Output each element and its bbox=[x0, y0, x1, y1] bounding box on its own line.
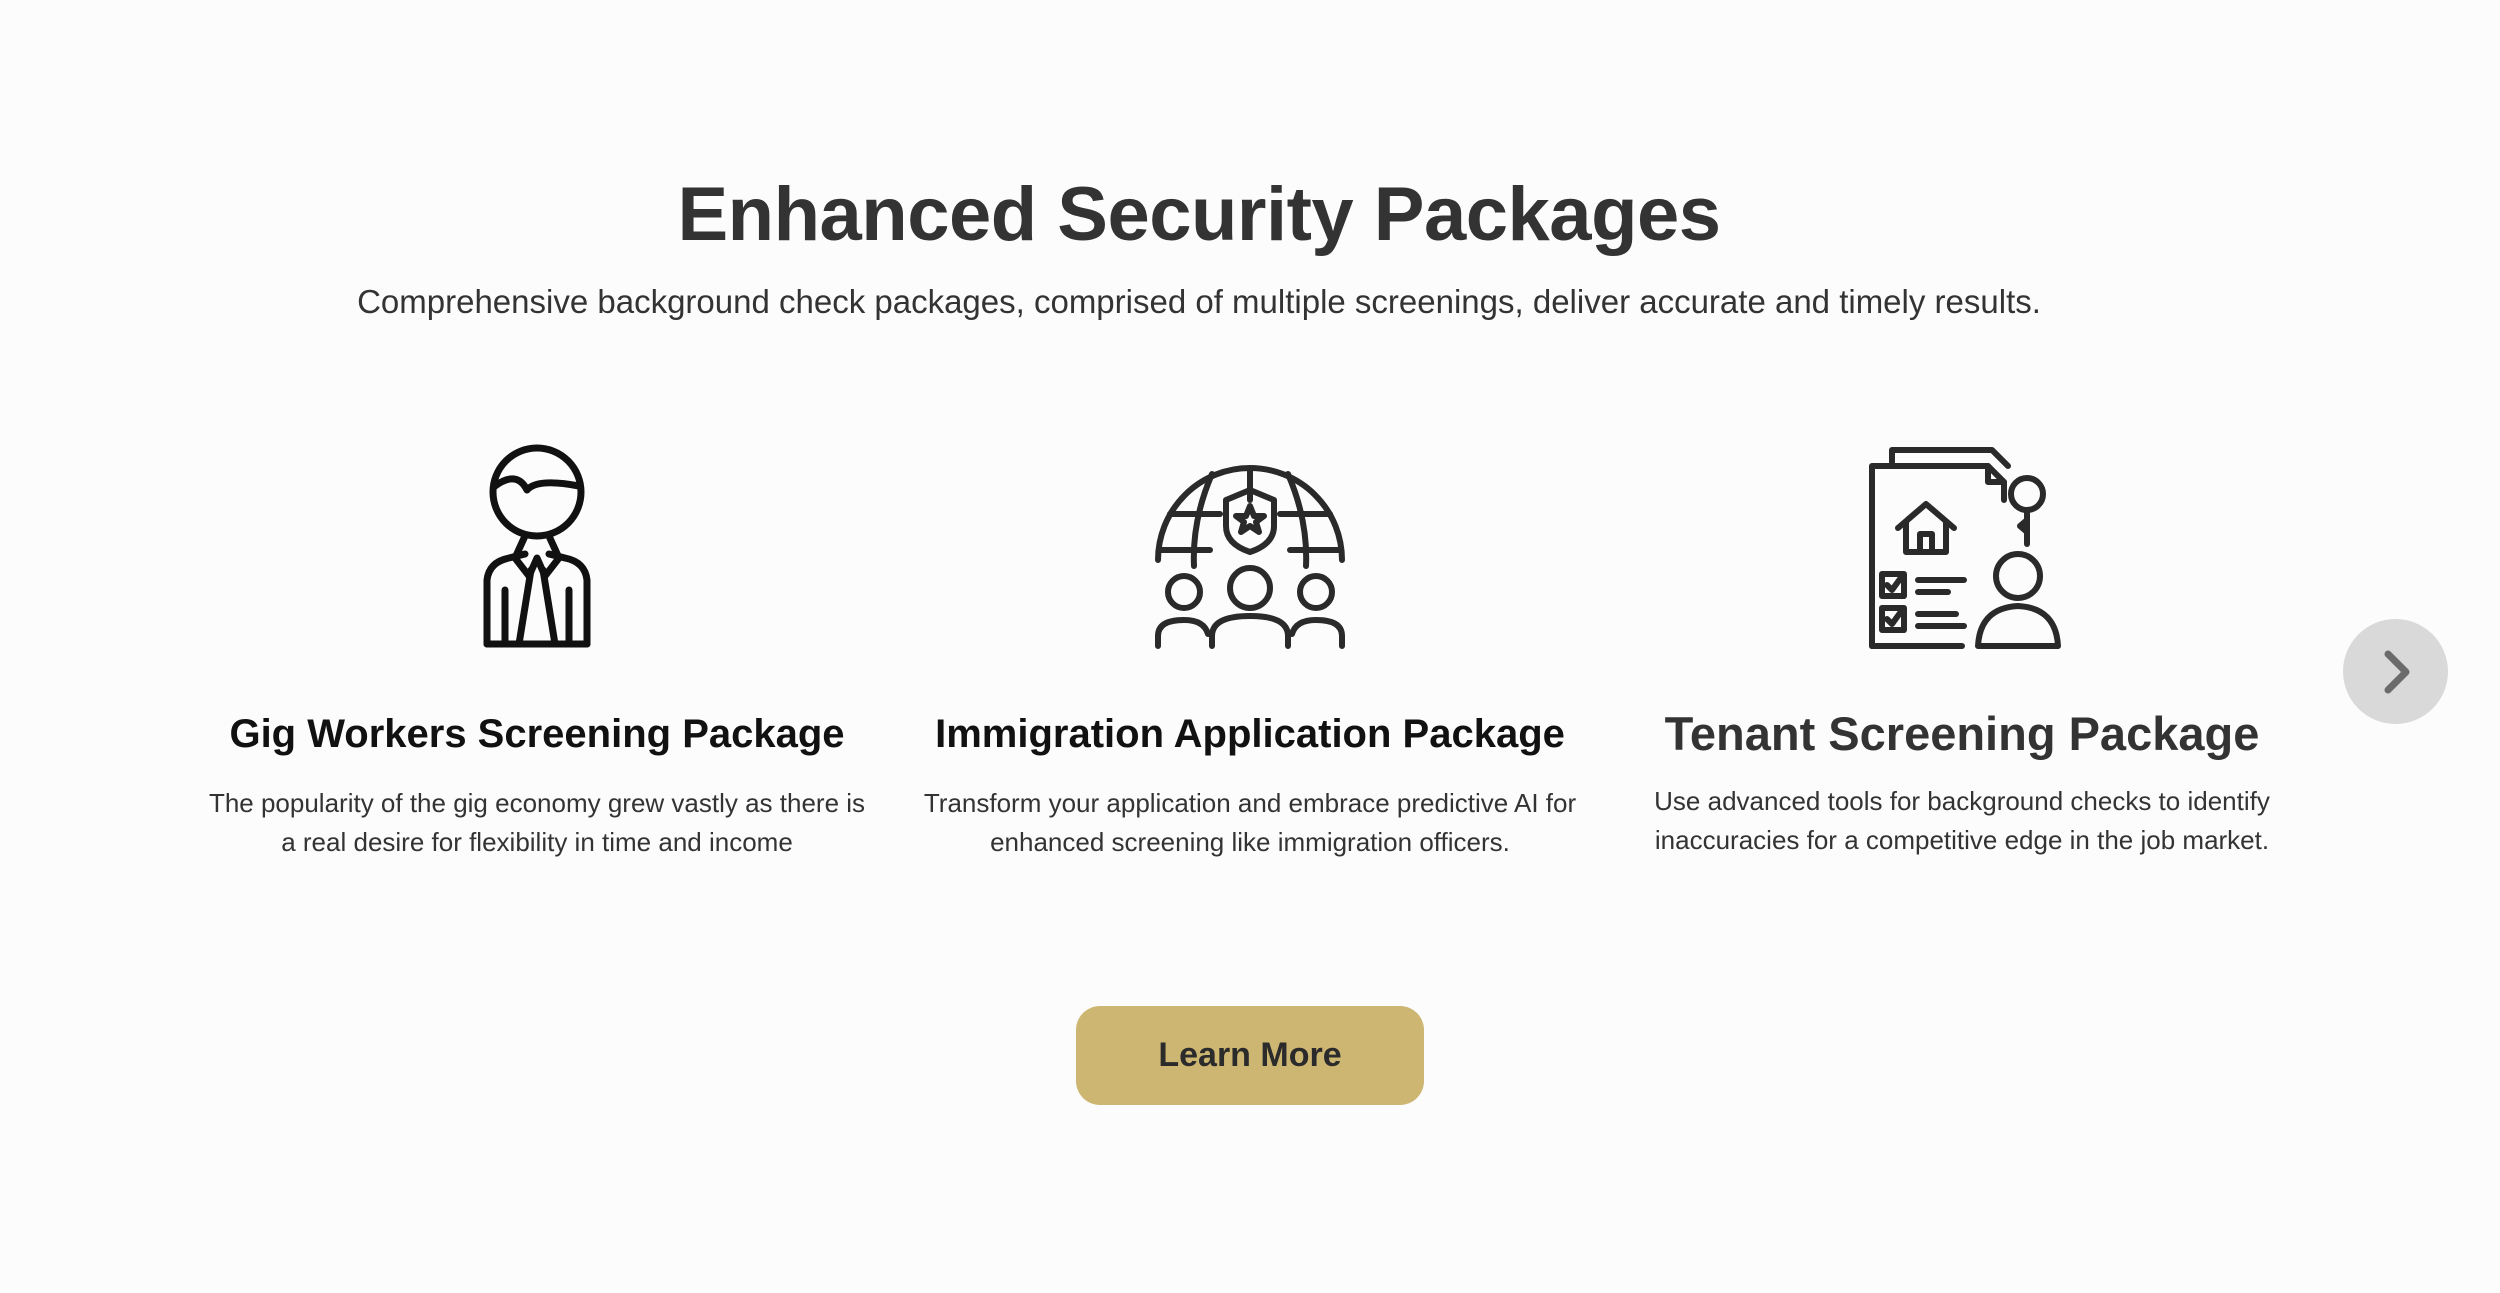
globe-people-badge-icon bbox=[1155, 465, 1345, 649]
card-title: Gig Workers Screening Package bbox=[229, 712, 845, 756]
package-card-immigration[interactable]: Immigration Application Package Transfor… bbox=[900, 440, 1600, 862]
packages-section: Enhanced Security Packages Comprehensive… bbox=[0, 0, 2500, 1293]
card-title: Tenant Screening Package bbox=[1664, 707, 2260, 760]
learn-more-button[interactable]: Learn More bbox=[1076, 1006, 1424, 1105]
tenant-document-key-icon bbox=[1869, 447, 2061, 649]
card-description: Use advanced tools for background checks… bbox=[1654, 786, 2270, 855]
section-subtitle: Comprehensive background check packages,… bbox=[357, 283, 2041, 320]
chevron-right-icon bbox=[2384, 650, 2409, 693]
section-title: Enhanced Security Packages bbox=[677, 172, 1721, 257]
card-description: Transform your application and embrace p… bbox=[923, 788, 1577, 857]
businessman-icon bbox=[483, 444, 591, 648]
package-card-tenant[interactable]: Tenant Screening Package Use advanced to… bbox=[1612, 440, 2312, 860]
carousel-next-button[interactable] bbox=[2343, 619, 2448, 724]
card-description: The popularity of the gig economy grew v… bbox=[208, 788, 866, 857]
package-card-gig-workers[interactable]: Gig Workers Screening Package The popula… bbox=[187, 440, 887, 862]
card-title: Immigration Application Package bbox=[935, 712, 1565, 756]
